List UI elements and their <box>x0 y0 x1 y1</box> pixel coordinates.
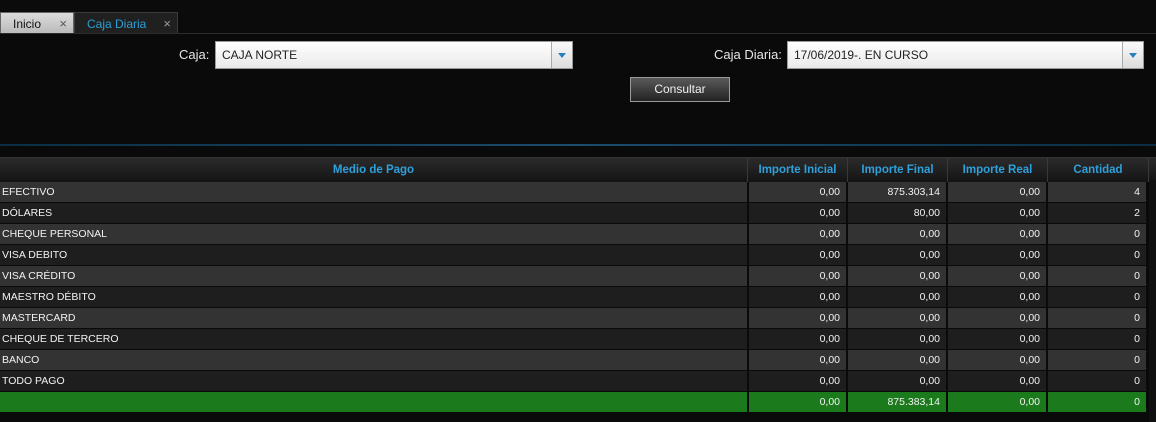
cell-importe-real: 0,00 <box>948 224 1046 244</box>
cell-importe-inicial: 0,00 <box>749 245 846 265</box>
chevron-down-icon[interactable] <box>1122 42 1143 68</box>
total-row: 0,00 875.383,14 0,00 0 <box>0 392 1156 413</box>
cell-cantidad: 0 <box>1048 287 1146 307</box>
cell-cantidad: 0 <box>1048 329 1146 349</box>
tab-bar: Inicio × Caja Diaria × <box>0 0 1156 34</box>
table-row[interactable]: VISA CRÉDITO 0,00 0,00 0,00 0 <box>0 266 1156 287</box>
table-row[interactable]: DÓLARES 0,00 80,00 0,00 2 <box>0 203 1156 224</box>
column-header-importe-inicial[interactable]: Importe Inicial <box>748 158 848 182</box>
cell-importe-real: 0,00 <box>948 203 1046 223</box>
cell-importe-final: 0,00 <box>848 224 946 244</box>
table-header: Medio de Pago Importe Inicial Importe Fi… <box>0 157 1156 182</box>
column-header-importe-final[interactable]: Importe Final <box>848 158 948 182</box>
cell-importe-final: 0,00 <box>848 308 946 328</box>
total-label <box>0 392 747 412</box>
cell-cantidad: 4 <box>1048 182 1146 202</box>
cell-importe-final: 0,00 <box>848 350 946 370</box>
cell-importe-inicial: 0,00 <box>749 308 846 328</box>
cell-importe-inicial: 0,00 <box>749 329 846 349</box>
cell-importe-inicial: 0,00 <box>749 350 846 370</box>
cell-medio: MASTERCARD <box>0 308 747 328</box>
total-importe-final: 875.383,14 <box>848 392 946 412</box>
cell-importe-inicial: 0,00 <box>749 203 846 223</box>
caja-diaria-select[interactable]: 17/06/2019-. EN CURSO <box>787 41 1144 69</box>
payment-table: Medio de Pago Importe Inicial Importe Fi… <box>0 157 1156 413</box>
table-row[interactable]: TODO PAGO 0,00 0,00 0,00 0 <box>0 371 1156 392</box>
cell-importe-real: 0,00 <box>948 329 1046 349</box>
cell-cantidad: 0 <box>1048 245 1146 265</box>
caja-select[interactable]: CAJA NORTE <box>215 41 573 69</box>
column-header-cantidad[interactable]: Cantidad <box>1048 158 1149 182</box>
cell-importe-inicial: 0,00 <box>749 287 846 307</box>
close-icon[interactable]: × <box>59 13 67 35</box>
cell-cantidad: 0 <box>1048 371 1146 391</box>
chevron-down-icon[interactable] <box>551 42 572 68</box>
cell-medio: BANCO <box>0 350 747 370</box>
cell-importe-final: 0,00 <box>848 266 946 286</box>
cell-cantidad: 0 <box>1048 308 1146 328</box>
cell-importe-final: 0,00 <box>848 245 946 265</box>
tab-divider <box>0 33 1156 34</box>
cell-importe-real: 0,00 <box>948 266 1046 286</box>
vertical-scrollbar[interactable] <box>1149 180 1156 422</box>
cell-importe-final: 0,00 <box>848 287 946 307</box>
cell-importe-real: 0,00 <box>948 350 1046 370</box>
tab-inicio[interactable]: Inicio × <box>0 12 74 34</box>
cell-cantidad: 0 <box>1048 266 1146 286</box>
cell-cantidad: 0 <box>1048 224 1146 244</box>
total-importe-inicial: 0,00 <box>749 392 846 412</box>
table-row[interactable]: EFECTIVO 0,00 875.303,14 0,00 4 <box>0 182 1156 203</box>
cell-importe-inicial: 0,00 <box>749 224 846 244</box>
table-row[interactable]: CHEQUE PERSONAL 0,00 0,00 0,00 0 <box>0 224 1156 245</box>
column-header-importe-real[interactable]: Importe Real <box>948 158 1048 182</box>
consultar-button[interactable]: Consultar <box>630 77 730 102</box>
cell-importe-inicial: 0,00 <box>749 182 846 202</box>
divider <box>0 144 1156 146</box>
cell-importe-real: 0,00 <box>948 371 1046 391</box>
table-row[interactable]: MASTERCARD 0,00 0,00 0,00 0 <box>0 308 1156 329</box>
cell-medio: VISA DEBITO <box>0 245 747 265</box>
tab-caja-diaria-label: Caja Diaria <box>87 17 147 31</box>
table-row[interactable]: BANCO 0,00 0,00 0,00 0 <box>0 350 1156 371</box>
cell-medio: MAESTRO DÉBITO <box>0 287 747 307</box>
cell-importe-final: 875.303,14 <box>848 182 946 202</box>
cell-importe-real: 0,00 <box>948 245 1046 265</box>
cell-medio: CHEQUE DE TERCERO <box>0 329 747 349</box>
tab-inicio-label: Inicio <box>13 17 42 31</box>
total-importe-real: 0,00 <box>948 392 1046 412</box>
cell-medio: TODO PAGO <box>0 371 747 391</box>
cell-importe-real: 0,00 <box>948 287 1046 307</box>
column-header-medio[interactable]: Medio de Pago <box>0 158 748 182</box>
caja-label: Caja: <box>179 47 210 62</box>
cell-medio: DÓLARES <box>0 203 747 223</box>
caja-select-value: CAJA NORTE <box>222 48 298 62</box>
table-row[interactable]: CHEQUE DE TERCERO 0,00 0,00 0,00 0 <box>0 329 1156 350</box>
cell-importe-final: 0,00 <box>848 329 946 349</box>
table-row[interactable]: VISA DEBITO 0,00 0,00 0,00 0 <box>0 245 1156 266</box>
cell-importe-real: 0,00 <box>948 182 1046 202</box>
caja-diaria-select-value: 17/06/2019-. EN CURSO <box>794 48 929 62</box>
total-cantidad: 0 <box>1048 392 1146 412</box>
cell-medio: EFECTIVO <box>0 182 747 202</box>
cell-importe-final: 0,00 <box>848 371 946 391</box>
cell-importe-inicial: 0,00 <box>749 266 846 286</box>
cell-medio: CHEQUE PERSONAL <box>0 224 747 244</box>
tab-caja-diaria[interactable]: Caja Diaria × <box>74 12 178 34</box>
cell-importe-inicial: 0,00 <box>749 371 846 391</box>
cell-importe-final: 80,00 <box>848 203 946 223</box>
cell-importe-real: 0,00 <box>948 308 1046 328</box>
cell-cantidad: 0 <box>1048 350 1146 370</box>
cell-cantidad: 2 <box>1048 203 1146 223</box>
table-row[interactable]: MAESTRO DÉBITO 0,00 0,00 0,00 0 <box>0 287 1156 308</box>
caja-diaria-label: Caja Diaria: <box>714 47 782 62</box>
cell-medio: VISA CRÉDITO <box>0 266 747 286</box>
close-icon[interactable]: × <box>163 13 171 35</box>
